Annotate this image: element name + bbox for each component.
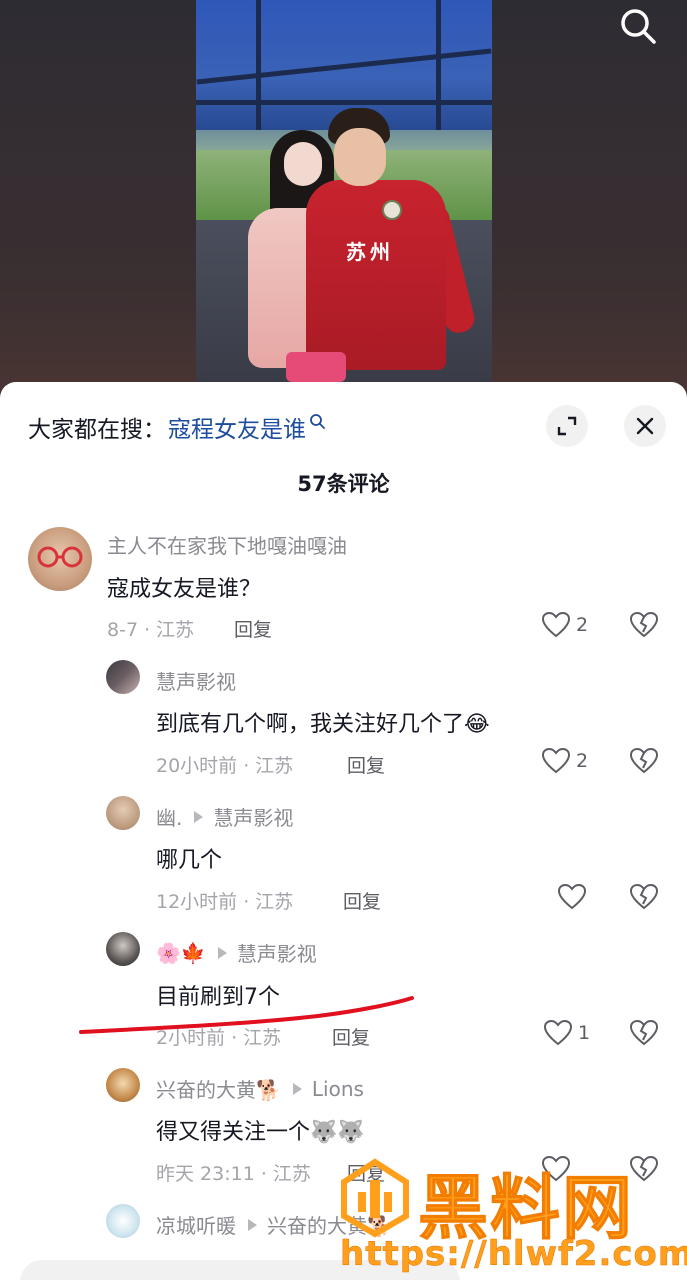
reply-arrow-icon [194,810,204,823]
comment-time-location: 20小时前 · 江苏 [156,755,294,777]
dislike-button[interactable] [629,883,659,914]
jersey-text: 苏州 [346,240,394,264]
like-button[interactable]: 2 [542,748,588,774]
comment-username[interactable]: 🌸🍁 慧声影视 [156,938,317,967]
comment-text: 目前刷到7个 [156,985,280,1010]
like-button[interactable] [542,1156,576,1182]
pink-bag [286,352,346,382]
like-count: 2 [576,614,589,636]
avatar[interactable] [106,1068,140,1102]
comment-text: 得又得关注一个🐺🐺 [156,1120,365,1145]
reply-button[interactable]: 回复 [234,615,272,642]
close-icon [636,417,654,435]
dislike-button[interactable] [629,611,659,642]
avatar[interactable] [106,796,140,830]
like-button[interactable] [558,884,592,910]
heart-icon [558,884,586,910]
search-icon [621,9,656,44]
comment-username[interactable]: 主人不在家我下地嘎油嘎油 [107,530,347,559]
broken-heart-icon [629,611,659,638]
comment-time-location: 12小时前 · 江苏 [156,891,294,913]
comment-username[interactable]: 慧声影视 [156,666,236,695]
dislike-button[interactable] [629,1019,659,1050]
reply-author[interactable]: 兴奋的大黄🐕 [156,1074,281,1103]
heart-icon [542,1156,570,1182]
comment-input-bar [0,1254,687,1280]
hot-search-term[interactable]: 寇程女友是谁 [168,410,306,444]
like-count: 1 [578,1022,591,1044]
reply-button[interactable]: 回复 [347,751,385,778]
reply-arrow-icon [217,946,227,959]
boy-figure: 苏州 [306,108,478,383]
heart-icon [544,1020,572,1046]
reply-arrow-icon [248,1218,257,1231]
reply-author[interactable]: 🌸🍁 [156,941,206,965]
expand-icon [557,416,577,436]
dislike-button[interactable] [629,1155,659,1186]
expand-button[interactable] [546,405,588,447]
close-button[interactable] [624,405,666,447]
like-button[interactable]: 2 [542,612,588,638]
avatar[interactable] [106,932,140,966]
heart-icon [542,748,570,774]
sheet-header: 大家都在搜： 寇程女友是谁 [0,382,687,462]
like-button[interactable]: 1 [544,1020,590,1046]
broken-heart-icon [629,1019,659,1046]
comment-text: 哪几个 [156,848,223,873]
reply-target[interactable]: 慧声影视 [213,802,293,831]
glasses-icon [37,546,83,568]
reply-button[interactable]: 回复 [347,1159,385,1186]
avatar[interactable] [28,527,92,591]
small-search-icon [310,414,325,429]
hot-search-suggestion[interactable]: 大家都在搜： 寇程女友是谁 [28,410,325,444]
reply-button[interactable]: 回复 [343,887,381,914]
reply-target[interactable]: 兴奋的大黄🐕 [267,1210,392,1239]
avatar[interactable] [106,1204,140,1238]
hot-search-prefix: 大家都在搜： [28,417,166,443]
comment-time-location: 昨天 23:11 · 江苏 [156,1163,311,1185]
reply-button[interactable]: 回复 [332,1023,370,1050]
reply-arrow-icon [292,1082,302,1095]
comment-input[interactable] [20,1260,460,1280]
comment-username[interactable]: 凉城听暖 兴奋的大黄🐕 [156,1210,392,1239]
comment-text: 到底有几个啊，我关注好几个了😂 [156,712,490,737]
video-player[interactable]: 苏州 [196,0,492,400]
comment-count-title: 57条评论 [297,472,390,496]
avatar[interactable] [106,660,140,694]
dislike-button[interactable] [629,747,659,778]
reply-target[interactable]: 慧声影视 [237,938,317,967]
like-count: 2 [576,750,589,772]
jersey-badge [382,200,402,220]
reply-target[interactable]: Lions [312,1077,364,1101]
broken-heart-icon [629,747,659,774]
reply-author[interactable]: 凉城听暖 [156,1210,236,1239]
broken-heart-icon [629,883,659,910]
heart-icon [542,612,570,638]
broken-heart-icon [629,1155,659,1182]
comment-username[interactable]: 幽. 慧声影视 [156,802,293,831]
reply-author[interactable]: 幽. [156,802,182,831]
comment-text: 寇成女友是谁？ [107,577,262,602]
search-button[interactable] [618,6,658,46]
comment-username[interactable]: 兴奋的大黄🐕 Lions [156,1074,364,1103]
comment-time-location: 2小时前 · 江苏 [156,1027,282,1049]
comment-time-location: 8-7 · 江苏 [107,619,195,641]
